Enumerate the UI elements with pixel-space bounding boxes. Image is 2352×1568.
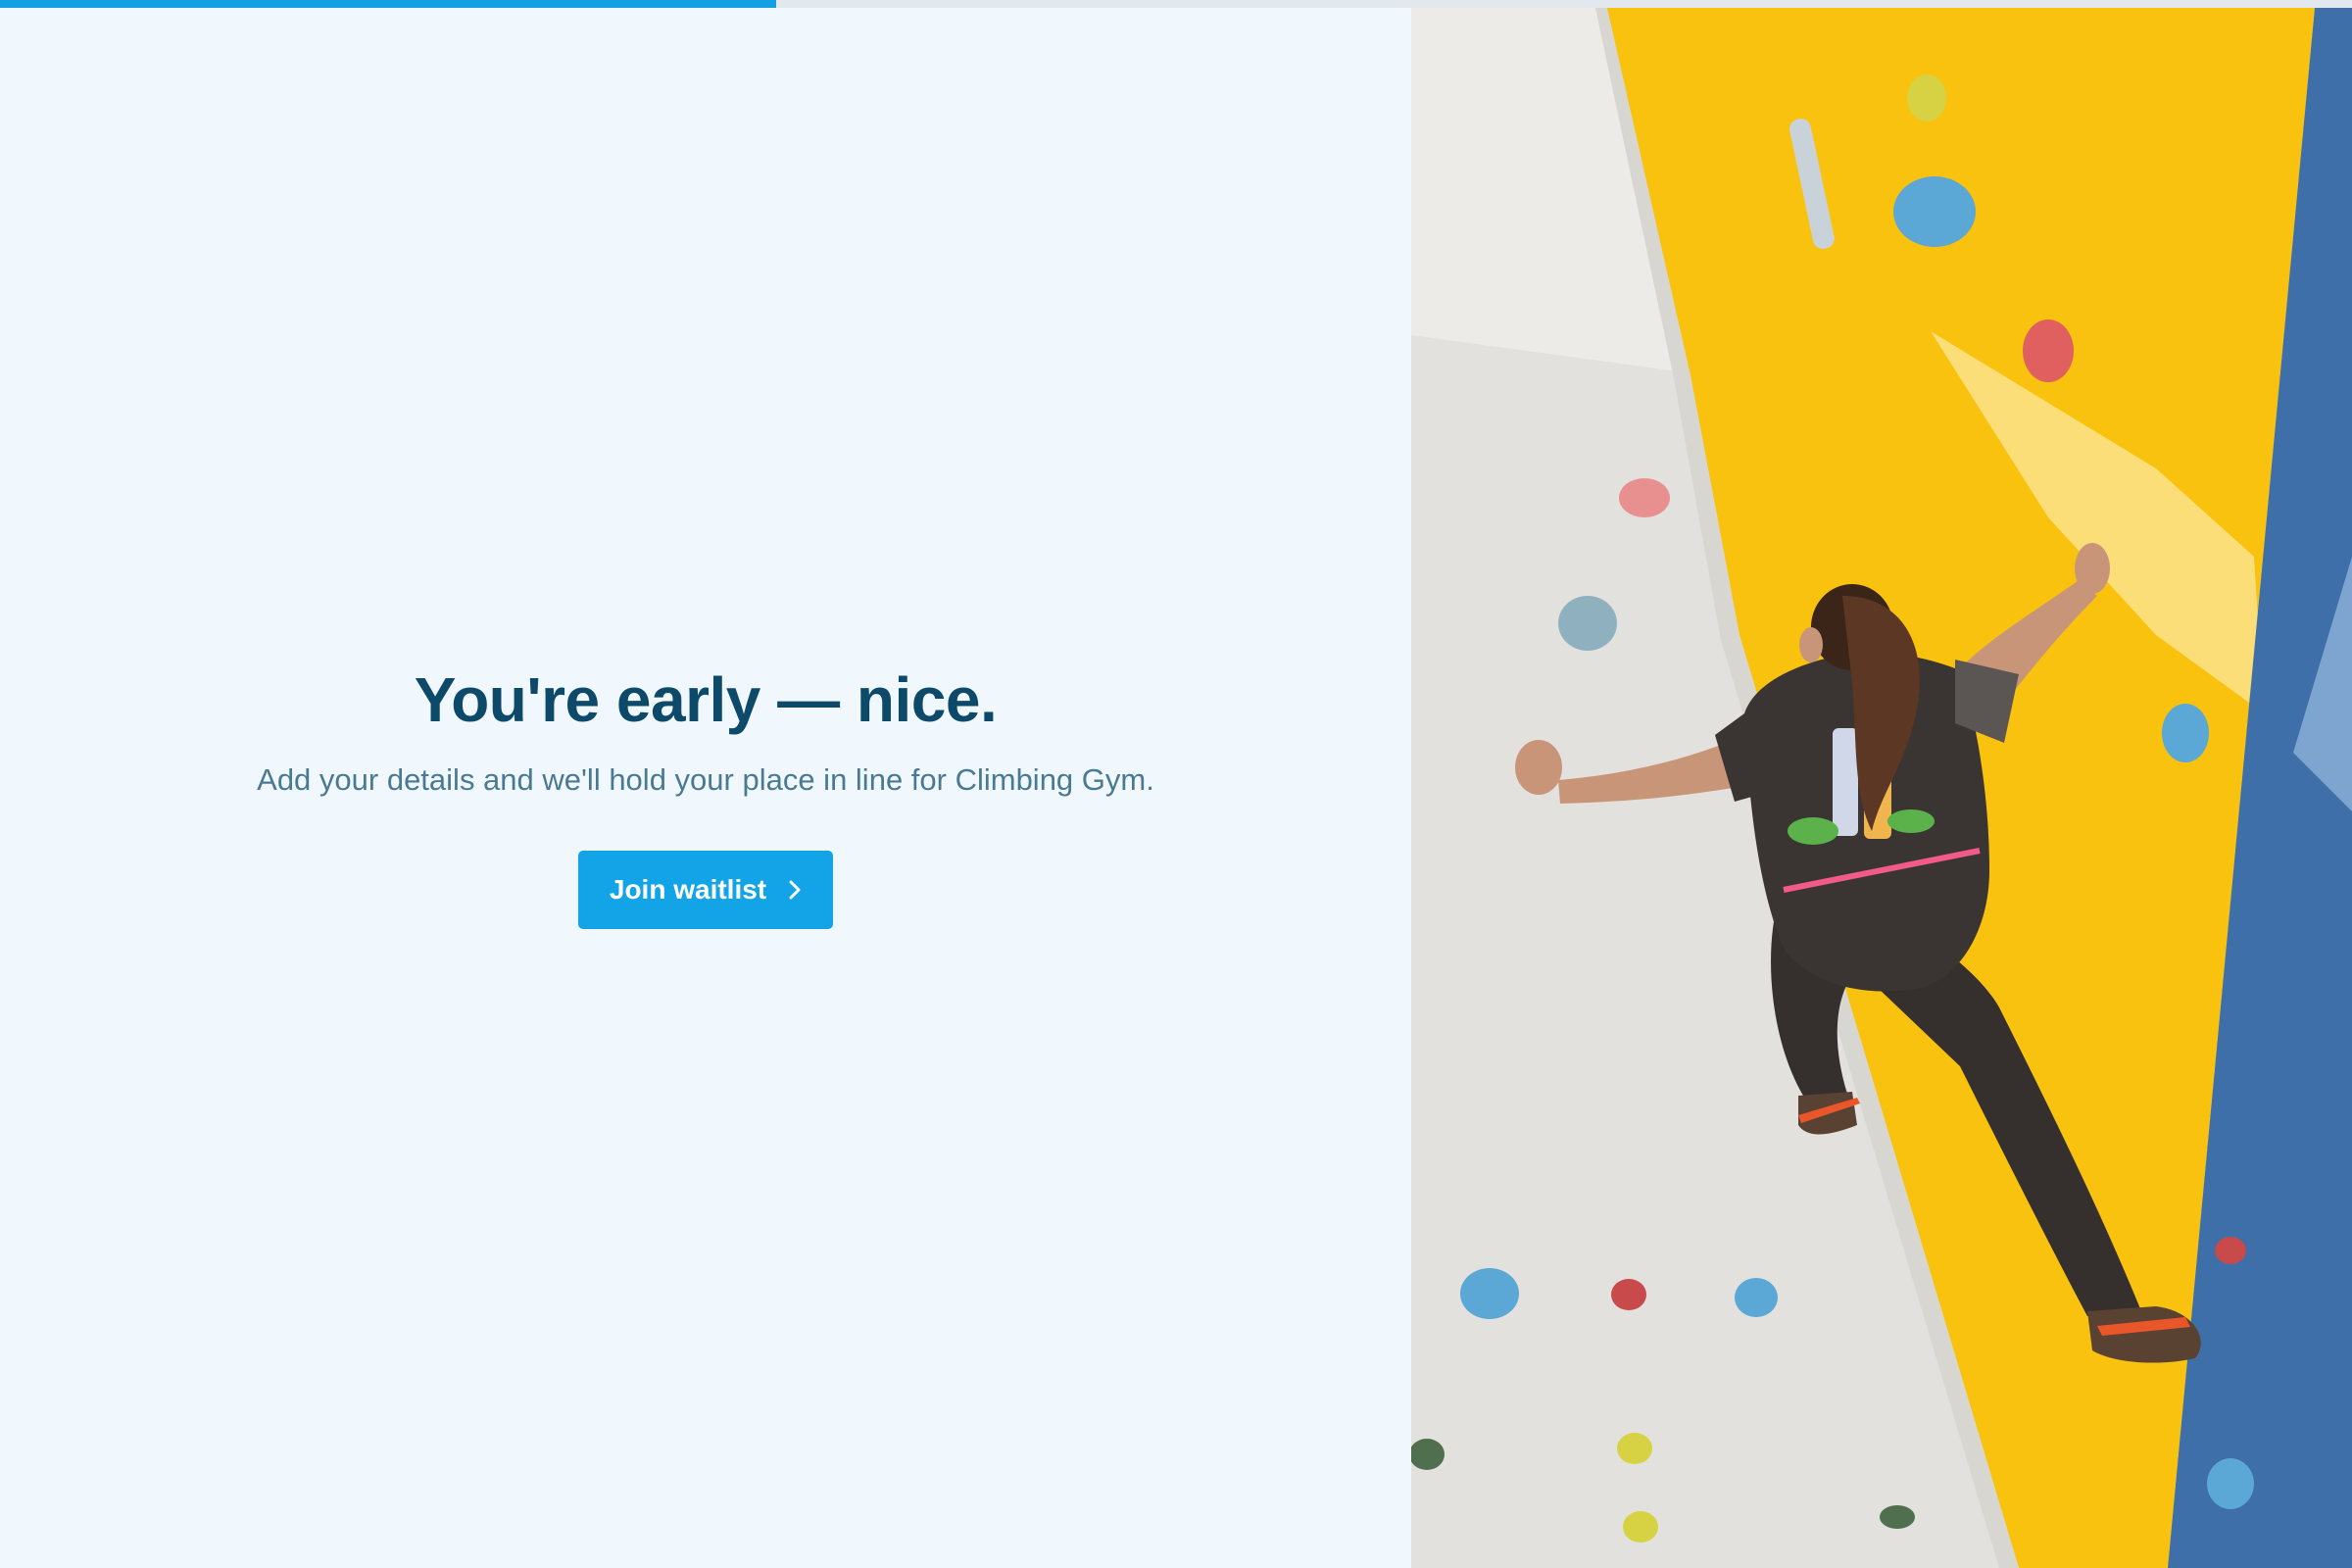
join-waitlist-button[interactable]: Join waitlist [578, 851, 833, 929]
hero-content: You're early — nice. Add your details an… [0, 659, 1411, 929]
climbing-wall-illustration [1411, 8, 2352, 1568]
page-subtitle: Add your details and we'll hold your pla… [257, 762, 1154, 797]
join-waitlist-label: Join waitlist [609, 874, 767, 905]
chevron-right-icon [789, 880, 801, 900]
progress-bar [0, 0, 2352, 8]
climber-photo [1411, 8, 2352, 1568]
progress-bar-fill [0, 0, 776, 8]
hero-panel: You're early — nice. Add your details an… [0, 8, 1411, 1568]
page-title: You're early — nice. [414, 664, 998, 735]
